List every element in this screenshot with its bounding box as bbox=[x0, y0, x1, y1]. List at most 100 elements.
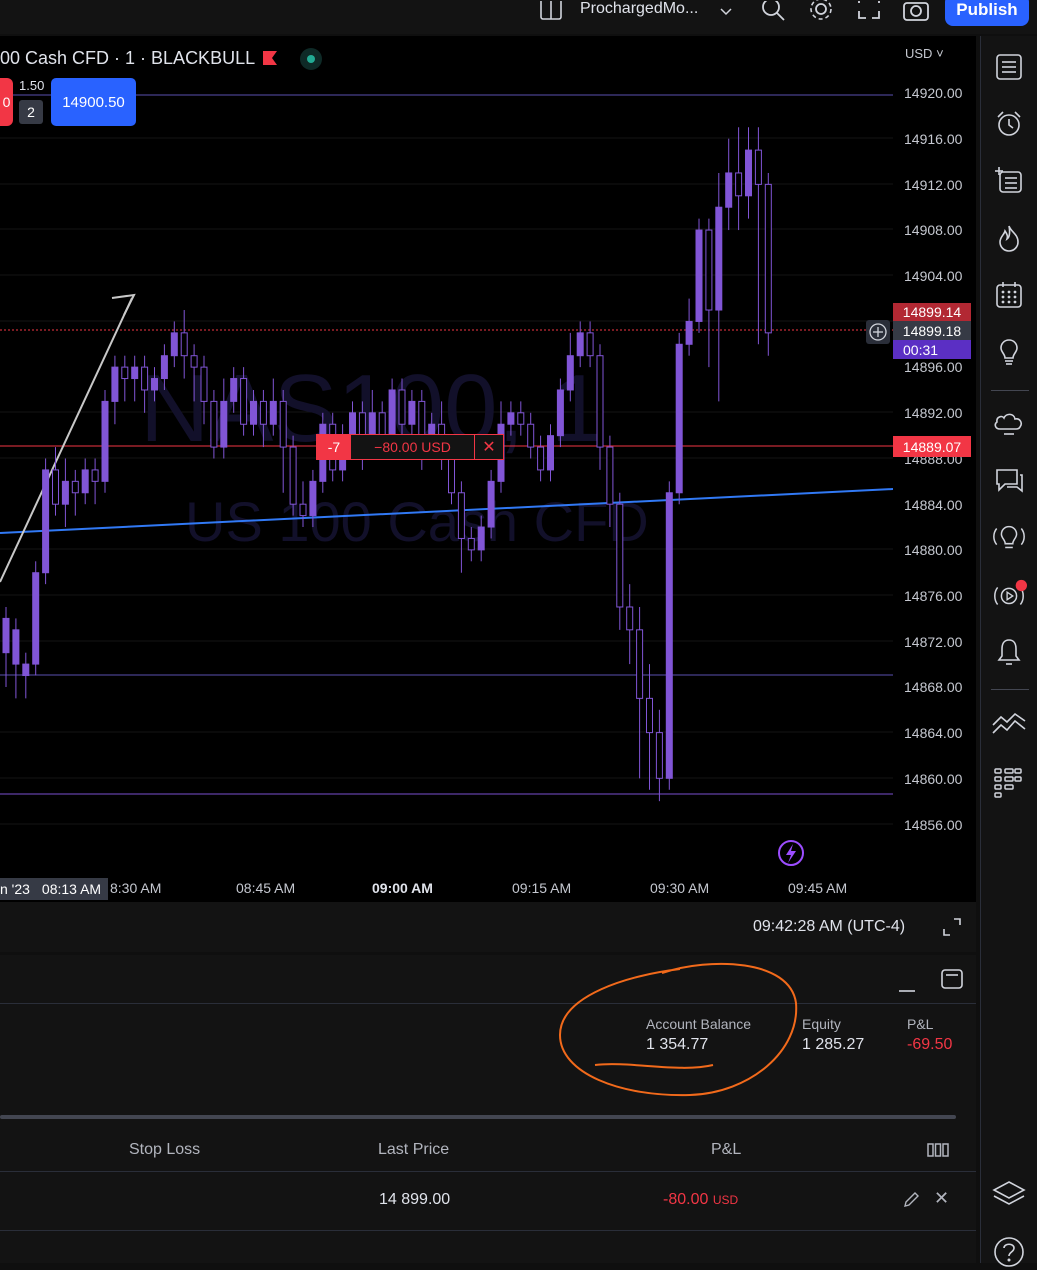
add-alert-plus-icon[interactable] bbox=[866, 320, 890, 344]
edit-pencil-icon[interactable] bbox=[902, 1191, 920, 1209]
calendar-icon[interactable] bbox=[991, 277, 1027, 313]
chart-canvas[interactable]: NAS100, 1 US 100 Cash CFD bbox=[0, 36, 893, 902]
candle-body bbox=[646, 697, 653, 734]
candle-body bbox=[101, 400, 109, 482]
chats-icon[interactable] bbox=[991, 463, 1027, 499]
quick-search-icon[interactable] bbox=[758, 0, 788, 24]
ideas-lightbulb-icon[interactable] bbox=[991, 334, 1027, 370]
candle-body bbox=[190, 355, 198, 368]
candle-body bbox=[408, 400, 416, 425]
currency-selector[interactable]: USD ˅ bbox=[905, 46, 944, 61]
buy-button[interactable]: 14900.50 bbox=[51, 78, 136, 126]
pnl-value: -69.50 bbox=[907, 1036, 953, 1053]
symbol-legend[interactable]: 00 Cash CFD · 1 · BLACKBULL bbox=[0, 48, 255, 69]
watchlist-icon[interactable] bbox=[991, 49, 1027, 85]
help-icon[interactable] bbox=[991, 1234, 1027, 1270]
candle-body bbox=[160, 355, 168, 380]
time-tick: 09:30 AM bbox=[650, 880, 710, 896]
time-tick: 09:15 AM bbox=[512, 880, 572, 896]
sell-button[interactable]: 0 bbox=[0, 78, 13, 126]
price-tick: 14912.00 bbox=[904, 177, 963, 193]
chevron-down-icon[interactable] bbox=[718, 0, 734, 24]
lightning-icon[interactable] bbox=[778, 840, 804, 866]
price-tick: 14920.00 bbox=[904, 85, 963, 101]
candle-body bbox=[349, 412, 356, 437]
dom-icon[interactable] bbox=[991, 764, 1027, 800]
chart-panel[interactable]: NAS100, 1 US 100 Cash CFD 00 Cash CFD · … bbox=[0, 36, 976, 902]
price-tick: 14904.00 bbox=[904, 268, 963, 284]
trend-arrow-line bbox=[0, 297, 133, 583]
alarm-clock-icon[interactable] bbox=[991, 106, 1027, 142]
candle-body bbox=[141, 366, 149, 391]
time-tick: 09:00 AM bbox=[372, 880, 433, 896]
candle-body bbox=[388, 389, 396, 437]
price-tick: 14868.00 bbox=[904, 679, 963, 695]
pnl-label: P&L bbox=[907, 1016, 934, 1032]
price-scale[interactable]: USD ˅ 14920.00 14916.00 14912.00 14908.0… bbox=[893, 36, 976, 902]
currency-label: USD bbox=[905, 46, 933, 61]
candle-body bbox=[32, 572, 40, 665]
notifications-bell-icon[interactable] bbox=[991, 634, 1027, 670]
object-tree-layers-icon[interactable] bbox=[991, 1178, 1027, 1214]
candle-body bbox=[210, 400, 218, 448]
candle-body bbox=[398, 389, 406, 425]
spread-label: 1.50 bbox=[19, 78, 45, 93]
column-settings-icon[interactable] bbox=[926, 1141, 950, 1161]
scrollbar[interactable] bbox=[0, 1115, 956, 1119]
candle-body bbox=[220, 400, 228, 448]
ideas-stream-icon[interactable] bbox=[991, 520, 1027, 556]
hotlists-fire-icon[interactable] bbox=[991, 220, 1027, 256]
column-stop-loss[interactable]: Stop Loss bbox=[129, 1141, 200, 1159]
chat-cloud-icon[interactable] bbox=[991, 406, 1027, 442]
sell-price-label: 0 bbox=[2, 94, 11, 110]
fullscreen-icon[interactable] bbox=[854, 0, 884, 24]
column-pnl[interactable]: P&L bbox=[711, 1141, 741, 1159]
bottom-time-bar: 09:42:28 AM (UTC-4) bbox=[0, 902, 976, 952]
price-tick: 14876.00 bbox=[904, 588, 963, 604]
candle-body bbox=[556, 389, 564, 437]
streams-play-icon[interactable] bbox=[991, 577, 1027, 613]
candle-body bbox=[715, 206, 723, 311]
minimize-panel-icon[interactable] bbox=[897, 975, 917, 995]
price-tick: 14860.00 bbox=[904, 771, 963, 787]
table-row[interactable]: 14 899.00 -80.00 USD ✕ bbox=[0, 1171, 976, 1231]
candle-body bbox=[299, 503, 307, 517]
time-tick: 09:45 AM bbox=[788, 880, 848, 896]
candle-body bbox=[745, 149, 752, 197]
candle-body bbox=[705, 229, 713, 311]
price-tick: 14880.00 bbox=[904, 542, 963, 558]
add-list-icon[interactable] bbox=[991, 163, 1027, 199]
candle-body bbox=[121, 366, 129, 380]
candle-body bbox=[230, 378, 238, 402]
price-tick: 14872.00 bbox=[904, 634, 963, 650]
column-last-price[interactable]: Last Price bbox=[378, 1141, 449, 1159]
candle-body bbox=[71, 480, 79, 494]
candle-body bbox=[269, 400, 277, 425]
settings-gear-icon[interactable] bbox=[806, 0, 836, 24]
camera-icon[interactable] bbox=[900, 0, 932, 24]
quantity-box[interactable]: 2 bbox=[19, 100, 43, 124]
flag-icon[interactable] bbox=[262, 50, 278, 66]
close-position-x-icon[interactable]: ✕ bbox=[934, 1188, 949, 1209]
candle-body bbox=[52, 469, 59, 505]
candle-body bbox=[200, 366, 208, 402]
clock-timezone[interactable]: 09:42:28 AM (UTC-4) bbox=[753, 918, 905, 936]
layout-name[interactable]: ProchargedMo... bbox=[580, 0, 698, 18]
candle-body bbox=[151, 378, 158, 391]
candle-body bbox=[537, 446, 545, 471]
candle-body bbox=[180, 332, 188, 357]
candle-body bbox=[636, 629, 644, 699]
maximize-icon[interactable] bbox=[941, 916, 963, 938]
candle-body bbox=[725, 172, 733, 208]
price-label-current: 14899.18 bbox=[893, 321, 971, 340]
price-tick: 14908.00 bbox=[904, 222, 963, 238]
layout-panel-icon[interactable] bbox=[538, 0, 564, 24]
trading-panel-icon[interactable] bbox=[991, 708, 1027, 744]
position-widget[interactable]: -7 −80.00 USD ✕ bbox=[316, 434, 504, 460]
publish-button[interactable]: Publish bbox=[945, 0, 1029, 26]
close-position-icon[interactable]: ✕ bbox=[475, 435, 503, 459]
candle-body bbox=[685, 320, 693, 345]
candle-body bbox=[111, 366, 119, 402]
maximize-panel-icon[interactable] bbox=[940, 967, 964, 991]
candle-body bbox=[764, 183, 772, 334]
